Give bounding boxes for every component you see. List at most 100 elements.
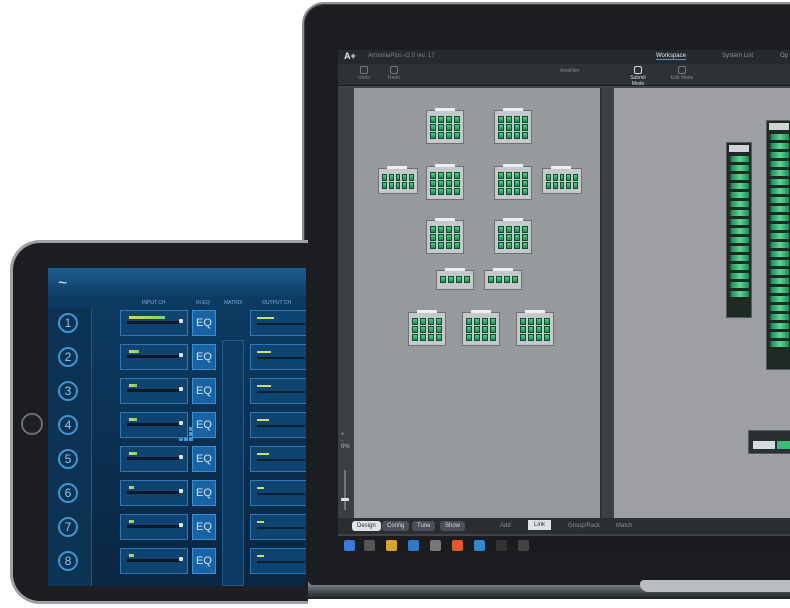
- input-channel-fader[interactable]: [120, 344, 188, 370]
- output-channel-fader[interactable]: [250, 378, 306, 404]
- fader-track[interactable]: [127, 355, 179, 358]
- fader-track[interactable]: [127, 457, 179, 460]
- add-button[interactable]: Add: [500, 523, 511, 529]
- fader-track[interactable]: [127, 321, 179, 324]
- fader-knob[interactable]: [179, 387, 183, 391]
- fader-knob[interactable]: [179, 421, 183, 425]
- in-eq-button[interactable]: EQ: [192, 344, 216, 370]
- fader-track[interactable]: [257, 561, 305, 563]
- fader-knob[interactable]: [179, 523, 183, 527]
- fader-knob[interactable]: [179, 557, 183, 561]
- design-canvas[interactable]: [354, 88, 602, 518]
- rack-column[interactable]: [726, 142, 752, 318]
- amplifier-unit[interactable]: [426, 218, 464, 254]
- start-icon[interactable]: [344, 540, 355, 551]
- input-channel-fader[interactable]: [120, 548, 188, 574]
- fader-track[interactable]: [127, 389, 179, 392]
- mode-config-button[interactable]: Config: [382, 521, 410, 531]
- in-eq-button[interactable]: EQ: [192, 310, 216, 336]
- amplifier-unit[interactable]: [462, 310, 500, 346]
- undo-button[interactable]: Undo: [350, 66, 378, 81]
- zoom-slider-track[interactable]: [344, 470, 346, 510]
- fader-track[interactable]: [257, 493, 305, 495]
- fader-knob[interactable]: [179, 353, 183, 357]
- tab-workspace[interactable]: Workspace: [656, 53, 686, 60]
- files-icon[interactable]: [386, 540, 397, 551]
- fader-track[interactable]: [127, 525, 179, 528]
- output-channel-fader[interactable]: [250, 446, 306, 472]
- amplifier-unit[interactable]: [436, 268, 474, 290]
- output-channel-fader[interactable]: [250, 412, 306, 438]
- input-channel-fader[interactable]: [120, 378, 188, 404]
- channel-7-button[interactable]: 7: [58, 517, 78, 537]
- app-a-icon[interactable]: [496, 540, 507, 551]
- in-eq-button[interactable]: EQ: [192, 412, 216, 438]
- amplifier-unit[interactable]: [378, 166, 418, 194]
- input-channel-fader[interactable]: [120, 514, 188, 540]
- amplifier-unit[interactable]: [426, 164, 464, 200]
- amplifier-unit[interactable]: [494, 164, 532, 200]
- amplifier-unit[interactable]: [484, 268, 522, 290]
- channel-1-button[interactable]: 1: [58, 313, 78, 333]
- edit-mode-button[interactable]: Edit Mode: [668, 66, 696, 81]
- fader-track[interactable]: [257, 527, 305, 529]
- in-eq-button[interactable]: EQ: [192, 378, 216, 404]
- channel-2-button[interactable]: 2: [58, 347, 78, 367]
- horizontal-rack[interactable]: [748, 430, 790, 454]
- redo-button[interactable]: Redo: [380, 66, 408, 81]
- panel-splitter[interactable]: [604, 88, 612, 518]
- mode-tune-button[interactable]: Tune: [412, 521, 436, 531]
- amplifier-unit[interactable]: [426, 108, 464, 144]
- fader-knob[interactable]: [179, 319, 183, 323]
- fader-track[interactable]: [257, 357, 305, 359]
- browser-icon[interactable]: [452, 540, 463, 551]
- fader-track[interactable]: [257, 391, 305, 393]
- in-eq-button[interactable]: EQ: [192, 446, 216, 472]
- link-button[interactable]: Link: [528, 520, 552, 530]
- in-eq-button[interactable]: EQ: [192, 514, 216, 540]
- channel-8-button[interactable]: 8: [58, 551, 78, 571]
- submit-mode-button[interactable]: Submit Mode: [624, 66, 652, 87]
- amplifier-unit[interactable]: [408, 310, 446, 346]
- output-channel-fader[interactable]: [250, 344, 306, 370]
- amplifier-unit[interactable]: [516, 310, 554, 346]
- input-channel-fader[interactable]: [120, 446, 188, 472]
- input-channel-fader[interactable]: [120, 480, 188, 506]
- chrome-icon[interactable]: [474, 540, 485, 551]
- channel-6-button[interactable]: 6: [58, 483, 78, 503]
- app-a-plus-icon[interactable]: [518, 540, 529, 551]
- output-channel-fader[interactable]: [250, 480, 306, 506]
- fader-track[interactable]: [127, 559, 179, 562]
- group-rack-button[interactable]: Group/Rack: [568, 523, 600, 529]
- output-channel-fader[interactable]: [250, 310, 306, 336]
- amplifier-unit[interactable]: [542, 166, 582, 194]
- mail-icon[interactable]: [408, 540, 419, 551]
- channel-3-button[interactable]: 3: [58, 381, 78, 401]
- output-channel-fader[interactable]: [250, 514, 306, 540]
- search-icon[interactable]: [364, 540, 375, 551]
- input-channel-fader[interactable]: [120, 412, 188, 438]
- zoom-slider-handle[interactable]: [341, 498, 349, 501]
- in-eq-button[interactable]: EQ: [192, 480, 216, 506]
- mode-design-button[interactable]: Design: [352, 521, 381, 531]
- fader-track[interactable]: [257, 459, 305, 461]
- fader-knob[interactable]: [179, 455, 183, 459]
- fader-track[interactable]: [127, 423, 179, 426]
- input-channel-fader[interactable]: [120, 310, 188, 336]
- match-button[interactable]: Match: [616, 523, 632, 529]
- output-channel-fader[interactable]: [250, 548, 306, 574]
- tab-system-list[interactable]: System List: [722, 53, 753, 59]
- tab-op[interactable]: Op: [780, 53, 788, 59]
- fader-track[interactable]: [257, 323, 305, 325]
- channel-5-button[interactable]: 5: [58, 449, 78, 469]
- store-icon[interactable]: [430, 540, 441, 551]
- channel-4-button[interactable]: 4: [58, 415, 78, 435]
- in-eq-button[interactable]: EQ: [192, 548, 216, 574]
- mode-show-button[interactable]: Show: [440, 521, 466, 531]
- amplifier-unit[interactable]: [494, 218, 532, 254]
- amplifier-unit[interactable]: [494, 108, 532, 144]
- fader-track[interactable]: [257, 425, 305, 427]
- fader-knob[interactable]: [179, 489, 183, 493]
- fader-track[interactable]: [127, 491, 179, 494]
- rack-column[interactable]: [766, 120, 790, 370]
